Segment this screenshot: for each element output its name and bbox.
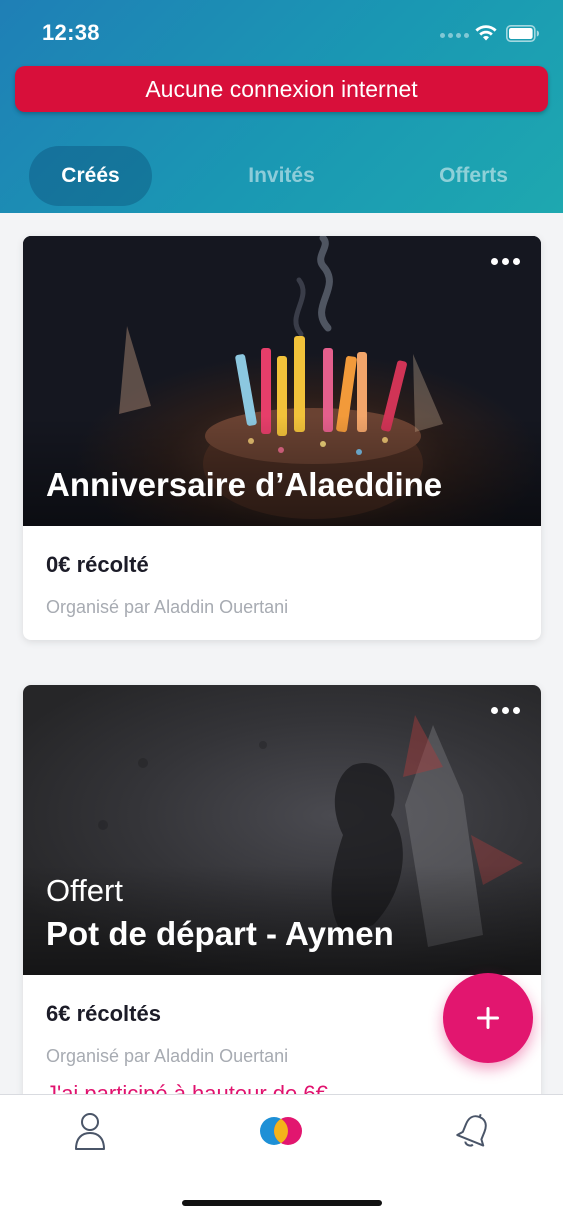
tab-crees[interactable]: Créés (29, 146, 152, 206)
card-cover-image: Anniversaire d’Alaeddine (23, 236, 541, 526)
collected-amount: 0€ récolté (46, 552, 149, 577)
plus-icon (477, 1007, 499, 1029)
card-title: Anniversaire d’Alaeddine (46, 466, 443, 503)
profile-icon (75, 1113, 105, 1150)
card-cover-image: Offert Pot de départ - Aymen (23, 685, 541, 975)
card-body: 0€ récolté Organisé par Aladdin Ouertani (23, 526, 541, 640)
segmented-tabs: Créés Invités Offerts (0, 146, 563, 206)
add-cagnotte-button[interactable] (443, 973, 533, 1063)
organizer-text: Organisé par Aladdin Ouertani (46, 597, 289, 617)
wifi-icon (475, 25, 497, 41)
status-bar: 12:38 (0, 0, 563, 66)
header: 12:38 Aucune connexion internet Créés In… (0, 0, 563, 213)
offline-banner-text: Aucune connexion internet (145, 75, 418, 102)
card-status-label: Offert (46, 873, 123, 908)
home-indicator[interactable] (182, 1200, 382, 1206)
app-logo-icon (260, 1117, 302, 1145)
nav-profile[interactable] (60, 1109, 120, 1153)
status-time: 12:38 (42, 20, 100, 45)
battery-icon (506, 25, 539, 42)
bell-icon (456, 1113, 487, 1147)
cagnotte-list: Anniversaire d’Alaeddine 0€ récolté Orga… (0, 213, 563, 1095)
participation-text: J'ai participé à hauteur de 6€ (46, 1081, 328, 1095)
cagnotte-card[interactable]: Anniversaire d’Alaeddine 0€ récolté Orga… (23, 236, 541, 640)
tab-invites[interactable]: Invités (220, 146, 343, 206)
tab-offerts[interactable]: Offerts (412, 146, 535, 206)
more-options-icon[interactable] (491, 258, 523, 268)
card-title: Pot de départ - Aymen (46, 915, 394, 952)
offline-banner: Aucune connexion internet (15, 66, 548, 112)
more-options-icon[interactable] (491, 707, 523, 717)
nav-home[interactable] (251, 1109, 311, 1153)
organizer-text: Organisé par Aladdin Ouertani (46, 1046, 289, 1066)
cellular-signal-icon (440, 33, 469, 38)
nav-notifications[interactable] (444, 1109, 504, 1153)
bottom-tab-bar (0, 1094, 563, 1218)
